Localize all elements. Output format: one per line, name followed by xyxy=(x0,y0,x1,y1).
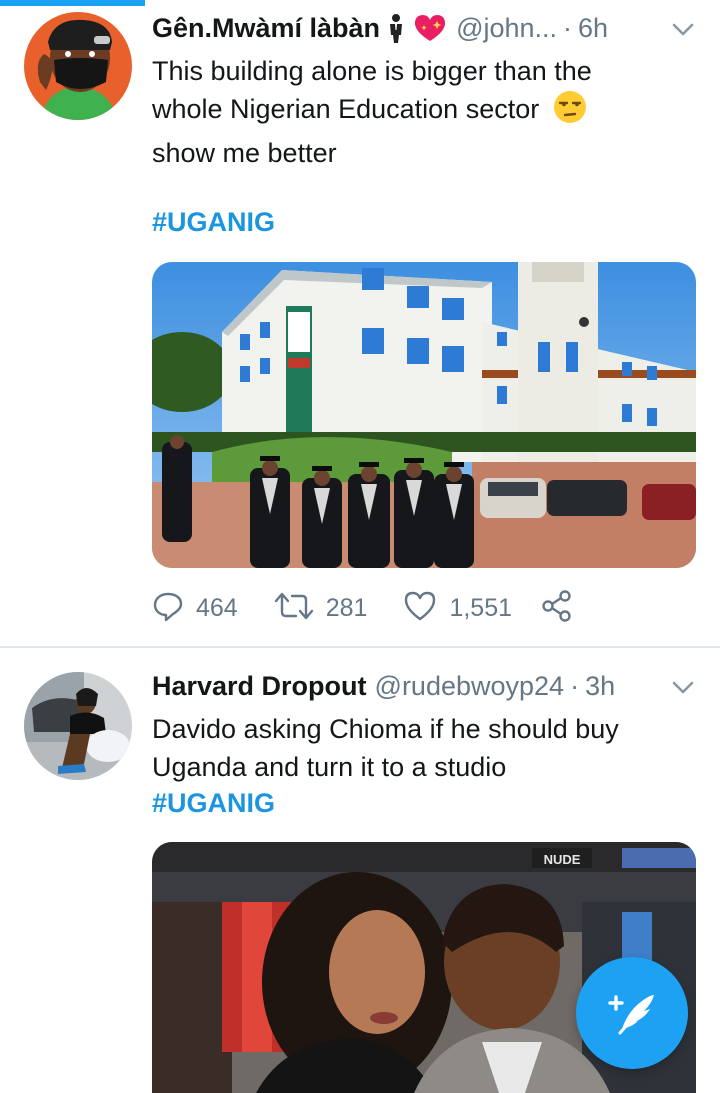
chevron-down-icon[interactable] xyxy=(670,16,696,47)
compose-tweet-icon xyxy=(604,983,660,1044)
hashtag-link[interactable]: #UGANIG xyxy=(152,207,275,237)
chevron-down-icon[interactable] xyxy=(670,674,696,705)
like-button[interactable]: 1,551 xyxy=(403,590,512,627)
retweet-count: 281 xyxy=(325,593,368,622)
sparkling-heart-icon xyxy=(412,13,448,43)
display-name[interactable]: Harvard Dropout xyxy=(152,671,367,702)
retweet-icon xyxy=(274,590,314,627)
display-name[interactable]: Gên.Mwàmí làbàn xyxy=(152,13,380,44)
tweet-text-line: show me better xyxy=(152,138,337,168)
tweet-media-photo[interactable] xyxy=(152,262,696,568)
tweet-actions: 464 281 1,551 xyxy=(152,588,610,628)
tweet-header: Harvard Dropout @rudebwoyp24 · 3h xyxy=(152,666,696,706)
hashtag-link[interactable]: #UGANIG xyxy=(152,788,275,818)
like-count: 1,551 xyxy=(449,593,512,622)
heart-icon xyxy=(403,590,437,627)
reply-icon xyxy=(152,590,184,627)
tweet-header: Gên.Mwàmí làbàn @john... · 6h xyxy=(152,8,696,48)
handle[interactable]: @john... xyxy=(456,13,557,44)
handle[interactable]: @rudebwoyp24 xyxy=(375,671,565,702)
tweet-text-line: Uganda and turn it to a studio xyxy=(152,752,507,782)
timestamp[interactable]: 6h xyxy=(578,13,608,44)
reply-button[interactable]: 464 xyxy=(152,590,238,627)
separator-dot: · xyxy=(570,670,580,701)
avatar[interactable] xyxy=(24,12,132,120)
tweet-text-line: Davido asking Chioma if he should buy xyxy=(152,714,619,744)
tweet-text: This building alone is bigger than the w… xyxy=(152,52,680,172)
share-button[interactable] xyxy=(540,589,574,628)
man-in-suit-emoji-icon xyxy=(388,13,404,43)
store-sign: NUDE xyxy=(544,852,581,867)
timestamp[interactable]: 3h xyxy=(585,671,615,702)
tweet-text-line: whole Nigerian Education sector xyxy=(152,94,540,124)
reply-count: 464 xyxy=(196,593,238,622)
unamused-face-emoji-icon xyxy=(553,90,587,134)
tweet-text: Davido asking Chioma if he should buy Ug… xyxy=(152,710,680,786)
tweet[interactable]: Gên.Mwàmí làbàn @john... · 6h This build… xyxy=(0,0,720,647)
share-icon xyxy=(540,589,574,628)
avatar[interactable] xyxy=(24,672,132,780)
compose-tweet-button[interactable] xyxy=(576,957,688,1069)
separator-dot: · xyxy=(563,12,573,43)
retweet-button[interactable]: 281 xyxy=(274,590,368,627)
tweet-text-line: This building alone is bigger than the xyxy=(152,56,592,86)
